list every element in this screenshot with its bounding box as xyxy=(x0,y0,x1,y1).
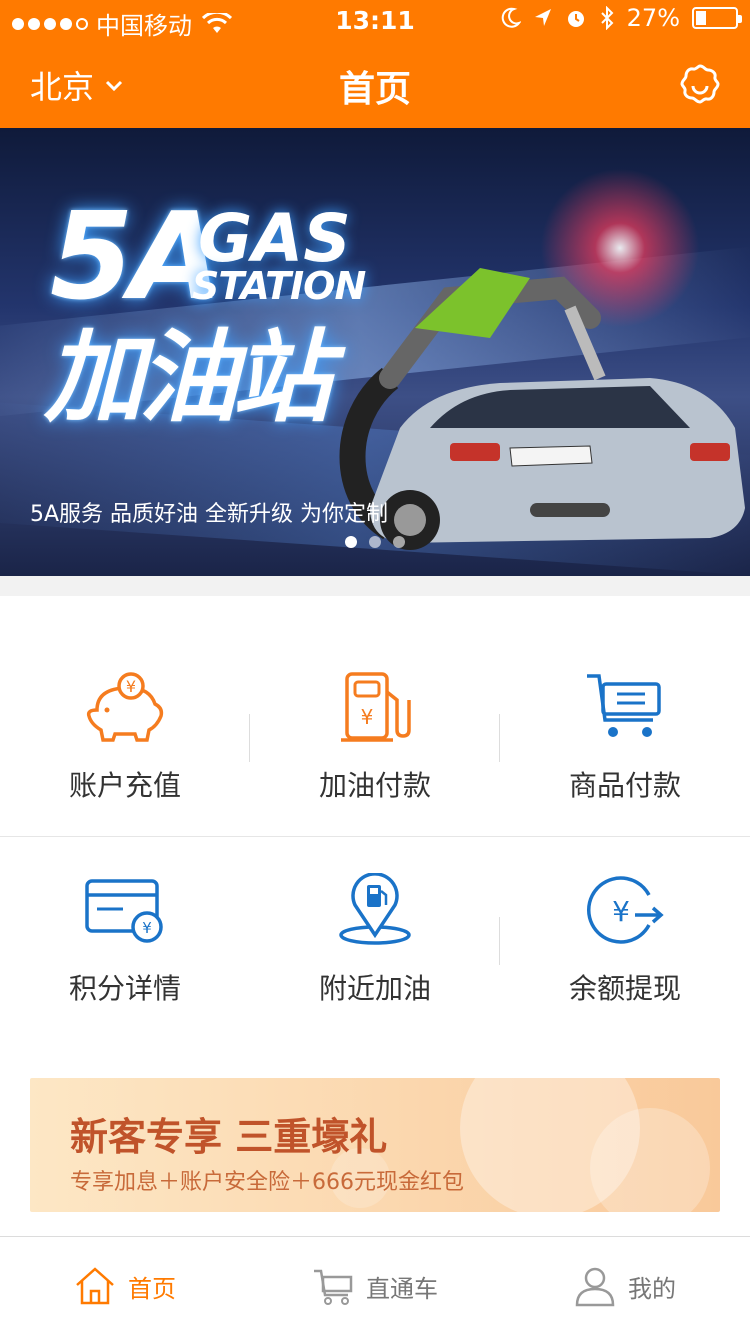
page-title: 首页 xyxy=(338,69,411,110)
nearby-fuel-button[interactable]: 附近加油 xyxy=(250,837,500,1037)
user-icon xyxy=(575,1267,615,1307)
navigation-bar: 北京 首页 xyxy=(0,40,750,128)
tab-bar: 首页 直通车 我的 xyxy=(0,1236,750,1334)
card-points-icon: ¥ xyxy=(85,879,163,943)
promo-title: 新客专享 三重壕礼 xyxy=(70,1115,388,1159)
bluetooth-icon xyxy=(600,6,614,30)
promo-subtitle: 专享加息＋账户安全险＋666元现金红包 xyxy=(70,1170,464,1195)
battery-percent: 27% xyxy=(626,4,680,32)
tab-label: 我的 xyxy=(628,1274,676,1303)
status-bar: 中国移动 13:11 27% xyxy=(0,0,750,40)
tab-label: 首页 xyxy=(128,1274,176,1303)
tab-home[interactable]: 首页 xyxy=(0,1237,250,1334)
fuel-payment-button[interactable]: ¥ 加油付款 xyxy=(250,646,500,846)
function-label: 余额提现 xyxy=(568,972,681,1005)
function-grid: ¥ 账户充值 ¥ 加油付款 商品付款 ¥ 积分详情 附近加油 ¥ 余额提现 xyxy=(0,596,750,1036)
svg-text:¥: ¥ xyxy=(612,895,630,928)
banner-logo-chinese: 加油站 xyxy=(44,319,332,436)
function-row-2: ¥ 积分详情 附近加油 ¥ 余额提现 xyxy=(0,836,750,1036)
withdraw-yen-icon: ¥ xyxy=(587,876,664,944)
pager-dot[interactable] xyxy=(393,536,405,548)
hero-banner[interactable]: 5A GAS STATION 加油站 5A服务 品质好油 全新升级 为你定制 xyxy=(0,128,750,576)
location-fuel-icon xyxy=(339,873,411,945)
home-icon xyxy=(76,1267,114,1305)
tab-express[interactable]: 直通车 xyxy=(250,1237,500,1334)
banner-pager[interactable] xyxy=(0,536,750,548)
function-label: 积分详情 xyxy=(68,972,181,1005)
pager-dot[interactable] xyxy=(369,536,381,548)
function-label: 附近加油 xyxy=(318,972,431,1005)
pager-dot[interactable] xyxy=(345,536,357,548)
alarm-icon xyxy=(567,11,584,27)
account-recharge-button[interactable]: ¥ 账户充值 xyxy=(0,646,250,846)
svg-text:¥: ¥ xyxy=(142,919,152,937)
svg-text:¥: ¥ xyxy=(361,705,374,729)
cart-icon xyxy=(314,1269,353,1305)
promo-banner[interactable]: 新客专享 三重壕礼 专享加息＋账户安全险＋666元现金红包 xyxy=(30,1078,720,1212)
function-label: 商品付款 xyxy=(568,769,681,802)
fuel-pump-icon: ¥ xyxy=(341,672,411,742)
function-label: 账户充值 xyxy=(68,769,181,802)
battery-icon xyxy=(692,7,742,29)
svg-text:¥: ¥ xyxy=(126,677,136,696)
tab-label: 直通车 xyxy=(366,1274,438,1303)
tab-mine[interactable]: 我的 xyxy=(500,1237,750,1334)
location-arrow-icon xyxy=(534,9,551,26)
status-right: 27% xyxy=(501,4,742,32)
top-bar: 中国移动 13:11 27% 北京 首页 xyxy=(0,0,750,128)
function-row-1: ¥ 账户充值 ¥ 加油付款 商品付款 xyxy=(0,646,750,846)
goods-payment-button[interactable]: 商品付款 xyxy=(500,646,750,846)
settings-icon[interactable] xyxy=(678,62,722,106)
car-fuel-nozzle-illustration xyxy=(339,268,745,550)
shopping-cart-icon xyxy=(587,674,661,737)
piggy-bank-icon: ¥ xyxy=(86,672,164,742)
function-label: 加油付款 xyxy=(318,769,431,802)
banner-caption: 5A服务 品质好油 全新升级 为你定制 xyxy=(30,502,389,527)
points-detail-button[interactable]: ¥ 积分详情 xyxy=(0,837,250,1037)
balance-withdraw-button[interactable]: ¥ 余额提现 xyxy=(500,837,750,1037)
moon-icon xyxy=(501,7,521,28)
